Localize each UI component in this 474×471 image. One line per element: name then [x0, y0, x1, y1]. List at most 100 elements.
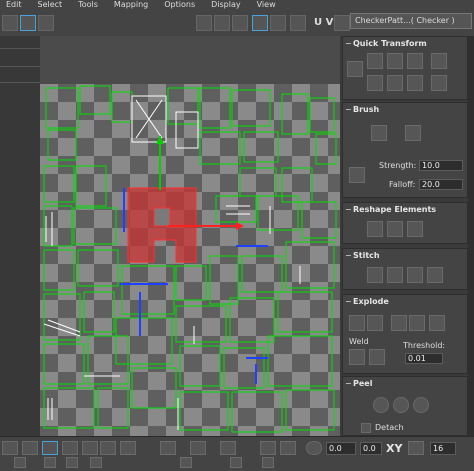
peel-header[interactable]: −Peel: [343, 377, 467, 390]
grid-icon[interactable]: [290, 15, 306, 31]
rollout-reshape-elements: −Reshape Elements: [342, 202, 468, 244]
weld-label: Weld: [349, 337, 369, 346]
grid-size-field[interactable]: 16: [430, 442, 456, 455]
pack-icon[interactable]: [407, 75, 423, 91]
mirror-icon[interactable]: [280, 441, 296, 455]
falloff-spinner[interactable]: 20.0: [419, 179, 463, 190]
rollout-explode: −Explode Weld Threshold: 0.01: [342, 294, 468, 374]
u-field[interactable]: 0.0: [326, 442, 356, 455]
relax-brush-icon[interactable]: [405, 125, 421, 141]
element-mode-icon[interactable]: [62, 441, 78, 455]
detach-label: Detach: [375, 423, 404, 432]
bottom-icon-d[interactable]: [90, 457, 102, 468]
stitch-to-target-icon[interactable]: [367, 267, 383, 283]
peel-mode-icon[interactable]: [393, 397, 409, 413]
loop-icon[interactable]: [160, 441, 176, 455]
bottom-icon-g[interactable]: [262, 457, 274, 468]
stitch-custom-icon[interactable]: [427, 267, 443, 283]
xy-label[interactable]: XY: [386, 442, 402, 455]
uv-viewport[interactable]: [0, 36, 340, 436]
menu-mapping[interactable]: Mapping: [114, 0, 148, 10]
relax-cube-icon[interactable]: [387, 221, 403, 237]
filter-icon[interactable]: [38, 15, 54, 31]
falloff-label: Falloff:: [389, 180, 416, 189]
space-vertical-icon[interactable]: [387, 75, 403, 91]
rotate-ccw-icon[interactable]: [431, 75, 447, 91]
weld-selected-icon[interactable]: [349, 349, 365, 365]
menu-select[interactable]: Select: [38, 0, 63, 10]
weld-all-icon[interactable]: [369, 349, 385, 365]
checker-pattern-dropdown[interactable]: CheckerPatt...( Checker ): [350, 13, 472, 29]
menu-tools[interactable]: Tools: [78, 0, 98, 10]
brush-header[interactable]: −Brush: [343, 103, 467, 116]
stitch-header[interactable]: −Stitch: [343, 249, 467, 262]
stitch-average-icon[interactable]: [387, 267, 403, 283]
align-center-icon[interactable]: [407, 53, 423, 69]
rollout-peel: −Peel Detach: [342, 376, 468, 436]
grid-settings-icon[interactable]: [408, 441, 424, 455]
explode-by-smoothing-icon[interactable]: [367, 315, 383, 331]
bottom-icon-b[interactable]: [44, 457, 56, 468]
stitch-source-icon[interactable]: [407, 267, 423, 283]
bottom-icon-a[interactable]: [14, 457, 26, 468]
bottom-toolbar: 0.0 0.0 XY 16: [0, 436, 474, 471]
tool-icon-d[interactable]: [270, 15, 286, 31]
reset-peel-icon[interactable]: [413, 397, 429, 413]
line-tool-icon[interactable]: [349, 167, 365, 183]
rollout-quick-transform: −Quick Transform: [342, 36, 468, 100]
lock-icon[interactable]: [260, 441, 276, 455]
space-horizontal-icon[interactable]: [367, 75, 383, 91]
command-panel: −Quick Transform −Brush Strength: 10.0 F…: [340, 36, 474, 436]
menu-options[interactable]: Options: [164, 0, 195, 10]
select-mode-icon[interactable]: [2, 441, 18, 455]
detach-checkbox[interactable]: [361, 423, 371, 433]
grow-icon[interactable]: [100, 441, 116, 455]
reshape-elements-header[interactable]: −Reshape Elements: [343, 203, 467, 216]
menu-display[interactable]: Display: [211, 0, 241, 10]
panel-scrollbar[interactable]: [468, 36, 474, 436]
quick-transform-header[interactable]: −Quick Transform: [343, 37, 467, 50]
bottom-icon-f[interactable]: [230, 457, 242, 468]
strength-spinner[interactable]: 10.0: [419, 160, 463, 171]
break-icon[interactable]: [349, 315, 365, 331]
ring-icon[interactable]: [190, 441, 206, 455]
menu-view[interactable]: View: [257, 0, 276, 10]
rotate-cw-icon[interactable]: [431, 53, 447, 69]
move-tool-icon[interactable]: [2, 15, 18, 31]
strength-label: Strength:: [379, 161, 417, 170]
explode-header[interactable]: −Explode: [343, 295, 467, 308]
threshold-spinner[interactable]: 0.01: [405, 353, 443, 364]
flatten-icon[interactable]: [429, 315, 445, 331]
v-field[interactable]: 0.0: [360, 442, 382, 455]
align-horizontal-icon[interactable]: [367, 53, 383, 69]
rollout-stitch: −Stitch: [342, 248, 468, 290]
uv-channel-icon[interactable]: [334, 15, 350, 31]
explode-by-material-icon[interactable]: [391, 315, 407, 331]
tool-icon-a[interactable]: [196, 15, 212, 31]
select-tool-icon[interactable]: [20, 15, 36, 31]
edge-mode-icon[interactable]: [82, 441, 98, 455]
shrink-icon[interactable]: [120, 441, 136, 455]
uv-shells[interactable]: [0, 36, 340, 436]
relax-sphere-icon[interactable]: [407, 221, 423, 237]
snap-icon[interactable]: [220, 441, 236, 455]
tool-icon-b[interactable]: [214, 15, 230, 31]
rotate-icon[interactable]: [306, 441, 322, 455]
straighten-icon[interactable]: [367, 221, 383, 237]
vertex-mode-icon[interactable]: [22, 441, 38, 455]
checker-map-icon[interactable]: [252, 15, 268, 31]
paint-brush-icon[interactable]: [371, 125, 387, 141]
bottom-icon-e[interactable]: [180, 457, 192, 468]
uv-label: U V: [314, 17, 334, 28]
tool-icon-c[interactable]: [232, 15, 248, 31]
rollout-brush: −Brush Strength: 10.0 Falloff: 20.0: [342, 102, 468, 198]
checker-explode-icon[interactable]: [409, 315, 425, 331]
quick-peel-icon[interactable]: [373, 397, 389, 413]
menu-edit[interactable]: Edit: [6, 0, 22, 10]
bottom-icon-c[interactable]: [66, 457, 78, 468]
polygon-mode-icon[interactable]: [42, 441, 58, 455]
threshold-label: Threshold:: [403, 341, 446, 350]
menu-bar: Edit Select Tools Mapping Options Displa…: [0, 0, 474, 10]
align-vertical-icon[interactable]: [387, 53, 403, 69]
align-to-edge-icon[interactable]: [347, 61, 363, 77]
